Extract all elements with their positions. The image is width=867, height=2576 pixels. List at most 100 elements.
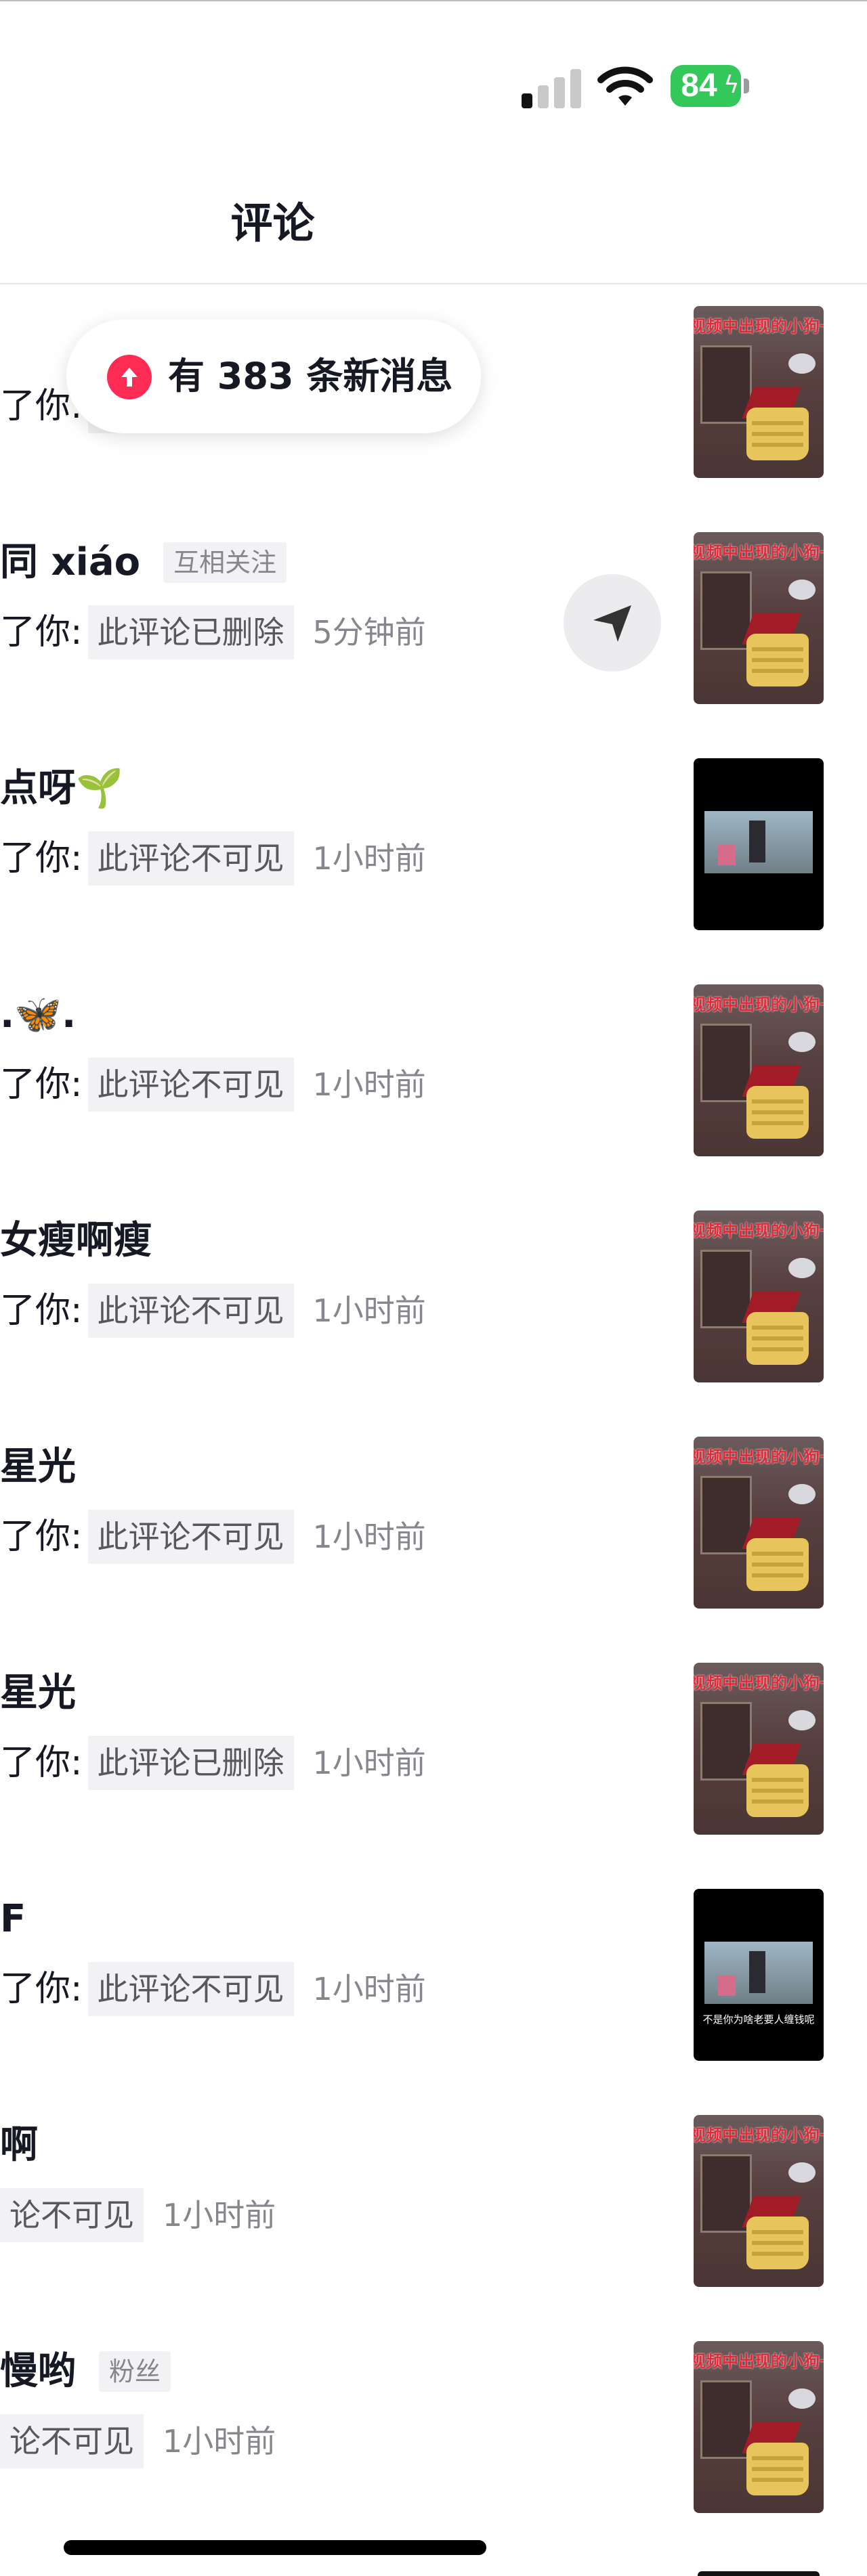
timestamp: 1小时前: [163, 2197, 276, 2233]
thumbnail-cat: [788, 1484, 816, 1504]
user-name[interactable]: .🦋.: [0, 991, 76, 1039]
thumbnail-blanket: [746, 1764, 809, 1817]
thumbnail-caption: 视频中出现的小狗一定: [694, 995, 824, 1014]
notification-row[interactable]: 女瘦啊瘦了你:此评论不可见 1小时前 视频中出现的小狗一定: [0, 1189, 867, 1392]
notification-row[interactable]: 啊论不可见 1小时前 视频中出现的小狗一定: [0, 2093, 867, 2296]
action-text: 了你:: [0, 838, 83, 879]
user-name[interactable]: 同 xiáo: [0, 539, 140, 586]
thumbnail-blanket: [746, 2443, 809, 2495]
user-name[interactable]: 啊: [0, 2122, 38, 2169]
thumbnail-blanket: [746, 2217, 809, 2269]
comment-status-tag: 此评论已删除: [87, 1736, 294, 1790]
user-name[interactable]: F: [0, 1896, 26, 1943]
timestamp: 1小时前: [312, 1519, 426, 1555]
row-name-line: 点呀🌱: [0, 765, 123, 812]
video-thumbnail[interactable]: 视频中出现的小狗一定: [694, 1210, 824, 1382]
user-name[interactable]: 女瘦啊瘦: [0, 1217, 152, 1265]
wifi-icon: [597, 66, 653, 106]
comment-status-tag: 此评论不可见: [87, 1510, 294, 1564]
notification-row[interactable]: 星光了你:此评论已删除 1小时前 视频中出现的小狗一定: [0, 1641, 867, 1844]
thumbnail-blanket: [746, 634, 809, 686]
action-text: 了你:: [0, 1064, 83, 1105]
cellular-signal-icon: [522, 68, 581, 108]
action-text: 了你:: [0, 1516, 83, 1557]
video-thumbnail[interactable]: [694, 758, 824, 930]
thumbnail-cat: [788, 1032, 816, 1052]
send-button[interactable]: [564, 574, 661, 672]
user-name[interactable]: 星光: [0, 1669, 76, 1717]
action-text: 了你:: [0, 612, 83, 653]
user-name[interactable]: 星光: [0, 1443, 76, 1491]
video-thumbnail[interactable]: 视频中出现的小狗一定: [694, 532, 824, 704]
thumbnail-blanket: [746, 1312, 809, 1365]
row-name-line: 星光: [0, 1669, 76, 1717]
thumbnail-screen: [704, 811, 813, 873]
thumbnail-blanket: [746, 1086, 809, 1139]
thumbnail-caption: 视频中出现的小狗一定: [694, 1221, 824, 1240]
timestamp: 5分钟前: [312, 614, 426, 651]
video-thumbnail[interactable]: 视频中出现的小狗一定: [694, 306, 824, 478]
timestamp: 1小时前: [312, 1292, 426, 1329]
toast-text: 有 383 条新消息: [168, 355, 453, 397]
row-name-line: F: [0, 1896, 26, 1943]
user-name[interactable]: 点呀🌱: [0, 765, 123, 812]
comment-status-tag: 此评论不可见: [87, 1284, 294, 1338]
thumbnail-cat: [788, 1258, 816, 1278]
battery-charging-icon: 84 ϟ: [671, 65, 750, 107]
edge-corner: [698, 2571, 820, 2576]
notification-row[interactable]: 星光了你:此评论不可见 1小时前 视频中出现的小狗一定: [0, 1415, 867, 1618]
comment-status-tag: 论不可见: [0, 2188, 144, 2242]
thumbnail-caption: 视频中出现的小狗一定: [694, 543, 824, 562]
arrow-up-icon: [107, 355, 152, 399]
timestamp: 1小时前: [312, 1066, 426, 1103]
row-detail-line: 了你: 此评论已删除 5分钟前: [0, 605, 426, 659]
comment-status-tag: 此评论不可见: [87, 831, 294, 886]
thumbnail-screen: [704, 1942, 813, 2004]
thumbnail-caption: 视频中出现的小狗一定: [694, 2126, 824, 2145]
row-name-line: 慢哟 粉丝: [0, 2348, 171, 2395]
page-title: 评论: [230, 198, 315, 248]
comment-status-tag: 此评论已删除: [87, 605, 294, 659]
status-bar: 84 ϟ: [0, 0, 867, 135]
thumbnail-subtitle: 不是你为啥老要人缠钱呢: [702, 2013, 815, 2026]
relation-badge: 粉丝: [99, 2351, 171, 2392]
notification-row[interactable]: F 了你: 此评论不可见 1小时前 不是你为啥老要人缠钱呢: [0, 1867, 867, 2070]
battery-percent: 84: [681, 68, 717, 104]
row-name-line: 啊: [0, 2122, 38, 2169]
send-arrow-icon: [593, 605, 631, 642]
row-detail-line: 了你: 此评论已删除 1小时前: [0, 1736, 426, 1790]
video-thumbnail[interactable]: 视频中出现的小狗一定: [694, 984, 824, 1156]
row-name-line: .🦋.: [0, 991, 76, 1039]
video-thumbnail[interactable]: 视频中出现的小狗一定: [694, 1437, 824, 1609]
thumbnail-blanket: [746, 408, 809, 460]
row-detail-line: 了你: 此评论不可见 1小时前: [0, 1057, 426, 1112]
video-thumbnail[interactable]: 视频中出现的小狗一定: [694, 2341, 824, 2513]
notification-row[interactable]: .🦋. 了你:此评论不可见 1小时前 视频中出现的小狗一定: [0, 963, 867, 1166]
comment-status-tag: 此评论不可见: [87, 1962, 294, 2016]
thumbnail-cat: [788, 2388, 816, 2409]
new-messages-toast[interactable]: 有 383 条新消息: [66, 320, 481, 433]
comment-status-tag: 论不可见: [0, 2414, 144, 2468]
notification-row[interactable]: 同 xiáo 互相关注了你:此评论已删除 5分钟前 视频中出现的小狗一定: [0, 510, 867, 714]
notification-row[interactable]: 慢哟粉丝论不可见 1小时前 视频中出现的小狗一定: [0, 2319, 867, 2523]
timestamp: 1小时前: [312, 1971, 426, 2007]
comment-status-tag: 此评论不可见: [87, 1057, 294, 1112]
thumbnail-caption: 视频中出现的小狗一定: [694, 1674, 824, 1693]
action-text: 了你:: [0, 1743, 83, 1783]
video-thumbnail[interactable]: 不是你为啥老要人缠钱呢: [694, 1889, 824, 2061]
thumbnail-caption: 视频中出现的小狗一定: [694, 317, 824, 336]
video-thumbnail[interactable]: 视频中出现的小狗一定: [694, 1663, 824, 1835]
thumbnail-cat: [788, 1710, 816, 1730]
row-detail-line: 了你: 此评论不可见 1小时前: [0, 1962, 426, 2016]
thumbnail-blanket: [746, 1538, 809, 1591]
video-thumbnail[interactable]: 视频中出现的小狗一定: [694, 2115, 824, 2287]
row-name-line: 星光: [0, 1443, 76, 1491]
row-detail-line: 了你: 此评论不可见 1小时前: [0, 1510, 426, 1564]
row-detail-line: 论不可见 1小时前: [0, 2414, 276, 2468]
row-name-line: 女瘦啊瘦: [0, 1217, 152, 1265]
timestamp: 1小时前: [312, 1745, 426, 1781]
user-name[interactable]: 慢哟: [0, 2348, 76, 2395]
home-indicator[interactable]: [64, 2540, 486, 2555]
notification-row[interactable]: 点呀🌱 了你: 此评论不可见 1小时前: [0, 737, 867, 940]
thumbnail-cat: [788, 2162, 816, 2183]
